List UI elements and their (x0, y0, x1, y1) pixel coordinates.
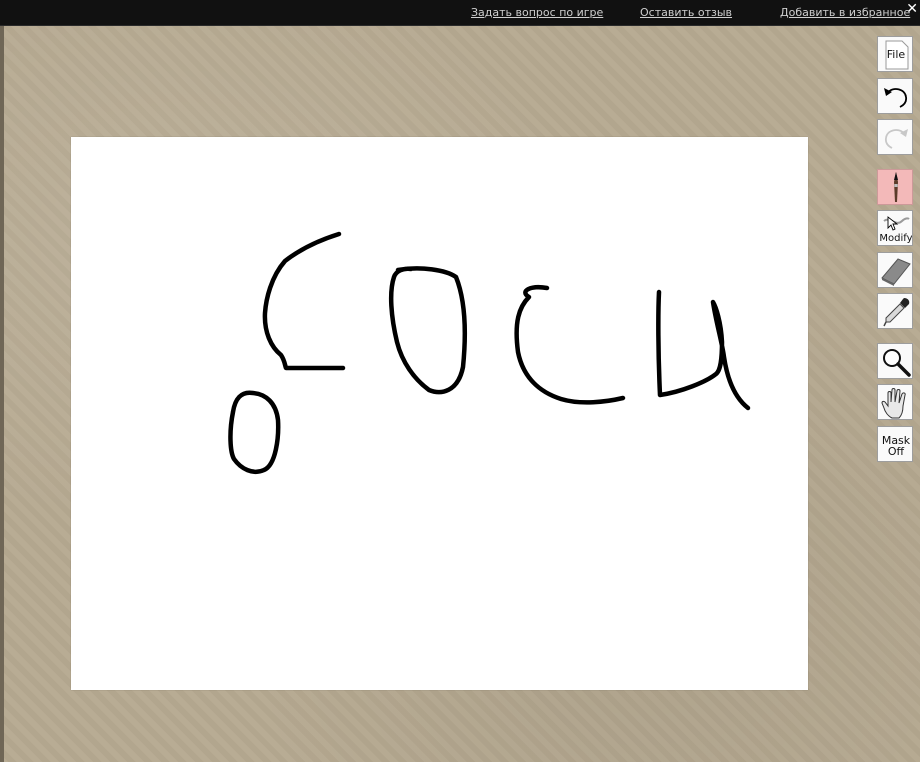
eyedropper-button[interactable] (877, 293, 913, 329)
redo-button[interactable] (877, 119, 913, 155)
top-bar: Задать вопрос по игре Оставить отзыв Доб… (0, 0, 920, 26)
undo-icon (884, 88, 908, 108)
file-button-label: File (886, 48, 906, 61)
close-icon[interactable]: ✕ (906, 1, 918, 17)
workspace-left-edge (0, 26, 4, 762)
pan-button[interactable] (877, 384, 913, 420)
hand-icon (881, 388, 906, 419)
stroke-letter-c-1 (262, 231, 346, 371)
add-to-favorites-link[interactable]: Добавить в избранное (780, 6, 910, 19)
magnifier-icon (883, 349, 911, 377)
file-button[interactable]: File (877, 36, 913, 72)
modify-button[interactable]: Modify (877, 210, 913, 246)
mask-label-line2: Off (887, 445, 905, 458)
eraser-icon (881, 258, 911, 286)
stroke-letter-u (656, 289, 751, 411)
drawing-canvas[interactable] (71, 137, 808, 690)
modify-button-label: Modify (879, 233, 913, 244)
redo-icon (884, 129, 908, 149)
eraser-button[interactable] (877, 252, 913, 288)
stroke-letter-c-2 (514, 285, 626, 405)
brush-icon (894, 172, 898, 202)
brush-button[interactable] (877, 169, 913, 205)
mask-toggle-button[interactable]: Mask Off (877, 426, 913, 462)
stroke-letter-o (388, 266, 468, 395)
undo-button[interactable] (877, 78, 913, 114)
leave-feedback-link[interactable]: Оставить отзыв (640, 6, 732, 19)
eyedropper-icon (883, 298, 910, 327)
canvas-strokes (228, 231, 751, 475)
stroke-letter-o-small (228, 390, 281, 475)
zoom-button[interactable] (877, 343, 913, 379)
ask-question-link[interactable]: Задать вопрос по игре (471, 6, 603, 19)
